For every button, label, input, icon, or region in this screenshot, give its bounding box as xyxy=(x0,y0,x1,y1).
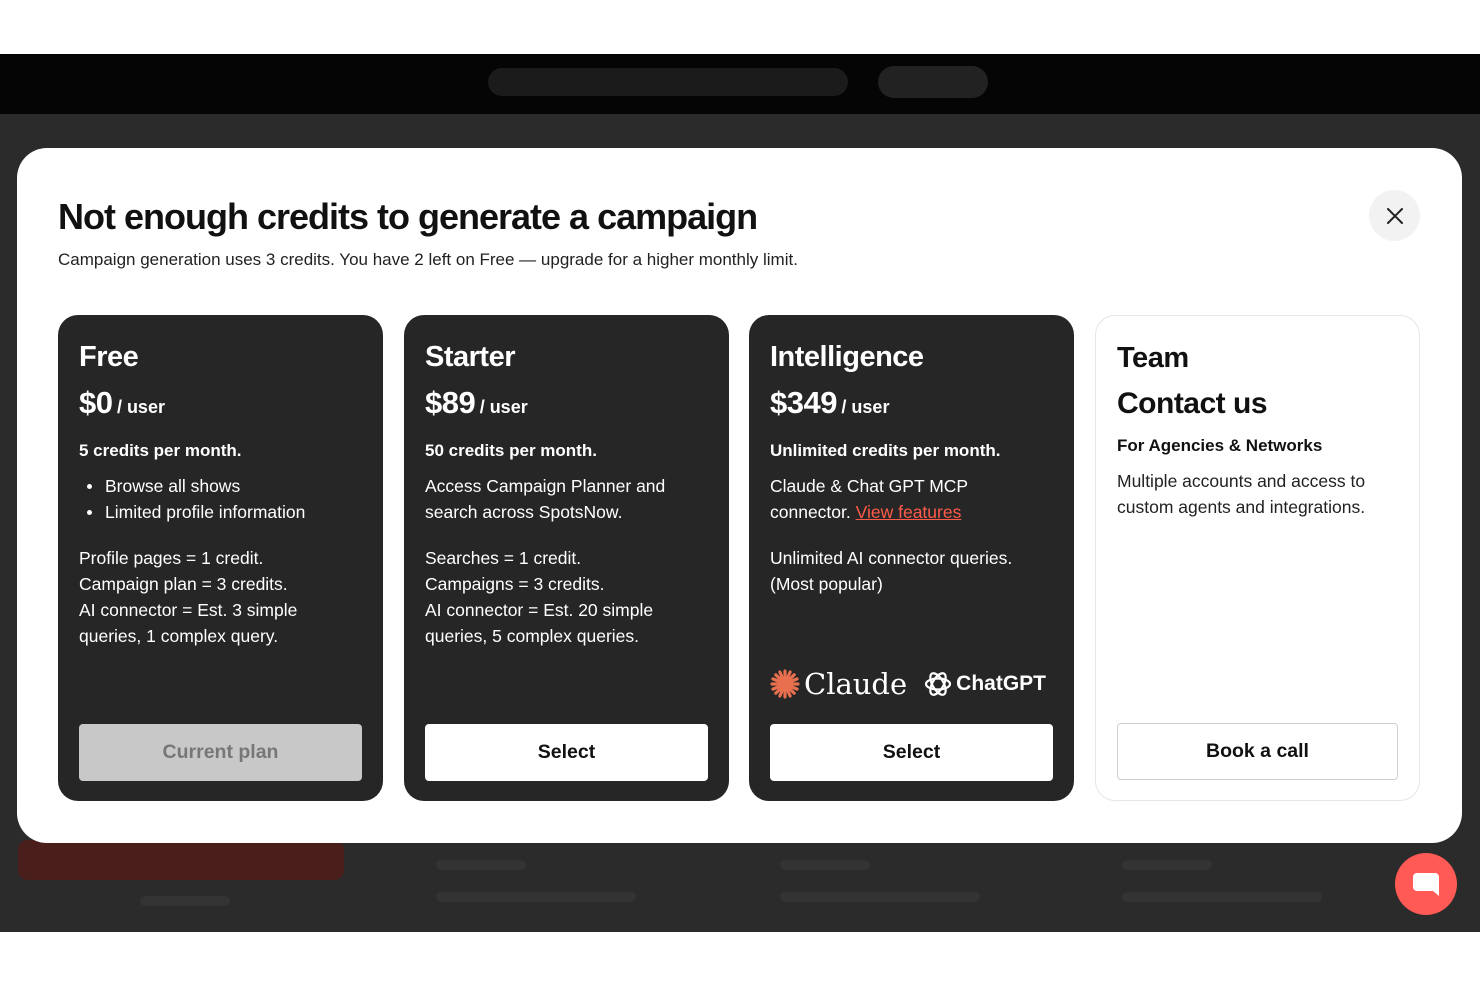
plan-price: $0 / user xyxy=(79,385,362,427)
price-amount: $89 xyxy=(425,385,476,420)
background-top-bar xyxy=(0,54,1480,114)
upgrade-modal: Not enough credits to generate a campaig… xyxy=(17,148,1462,843)
background-text xyxy=(780,860,870,870)
desc-line: custom agents and integrations. xyxy=(1117,497,1366,517)
credit-notes: Profile pages = 1 credit. Campaign plan … xyxy=(79,545,362,649)
chat-launcher-button[interactable] xyxy=(1395,853,1457,915)
list-item: Limited profile information xyxy=(79,499,362,525)
plan-description: Claude & Chat GPT MCP connector. View fe… xyxy=(770,473,1053,525)
note-line: AI connector = Est. 3 simple xyxy=(79,600,298,620)
desc-line: search across SpotsNow. xyxy=(425,502,623,522)
note-line: Campaign plan = 3 credits. xyxy=(79,574,288,594)
connector-logos: Claude ChatGPT xyxy=(770,667,1046,701)
plan-card-team: Team Contact us For Agencies & Networks … xyxy=(1095,315,1420,801)
close-icon xyxy=(1386,207,1403,224)
feature-list: Browse all shows Limited profile informa… xyxy=(79,473,362,525)
plan-credits: 5 credits per month. xyxy=(79,441,242,460)
background-banner-button xyxy=(878,66,988,98)
credit-notes: Searches = 1 credit. Campaigns = 3 credi… xyxy=(425,545,708,649)
background-banner xyxy=(488,68,848,96)
select-starter-button[interactable]: Select xyxy=(425,724,708,781)
contact-heading: Contact us xyxy=(1117,387,1268,420)
close-button[interactable] xyxy=(1369,190,1420,241)
plan-name: Free xyxy=(79,341,139,373)
claude-logo: Claude xyxy=(770,667,907,701)
desc-line: Claude & Chat GPT MCP xyxy=(770,476,969,496)
chatgpt-knot-icon xyxy=(925,672,952,696)
price-unit: / user xyxy=(479,397,528,417)
book-a-call-button[interactable]: Book a call xyxy=(1117,723,1398,780)
plan-credits: 50 credits per month. xyxy=(425,441,597,460)
modal-title: Not enough credits to generate a campaig… xyxy=(58,196,758,237)
price-amount: $349 xyxy=(770,385,837,420)
plan-price: $349 / user xyxy=(770,385,1053,427)
plan-card-free: Free $0 / user 5 credits per month. Brow… xyxy=(58,315,383,801)
note-line: (Most popular) xyxy=(770,574,883,594)
claude-wordmark: Claude xyxy=(804,667,908,701)
chatgpt-logo: ChatGPT xyxy=(923,669,1046,699)
note-line: Profile pages = 1 credit. xyxy=(79,548,264,568)
list-item: Browse all shows xyxy=(79,473,362,499)
desc-text: connector. xyxy=(770,502,851,522)
plan-price: $89 / user xyxy=(425,385,708,427)
view-features-link[interactable]: View features xyxy=(856,502,962,522)
claude-starburst-icon xyxy=(770,669,800,699)
background-cta xyxy=(18,840,344,880)
credit-notes: Unlimited AI connector queries. (Most po… xyxy=(770,545,1053,597)
plan-description: Access Campaign Planner and search acros… xyxy=(425,473,708,525)
price-unit: / user xyxy=(841,397,890,417)
price-amount: $0 xyxy=(79,385,113,420)
plan-card-intelligence: Intelligence $349 / user Unlimited credi… xyxy=(749,315,1074,801)
note-line: AI connector = Est. 20 simple xyxy=(425,600,654,620)
note-line: queries, 1 complex query. xyxy=(79,626,279,646)
note-line: queries, 5 complex queries. xyxy=(425,626,639,646)
background-text xyxy=(140,896,230,906)
current-plan-button: Current plan xyxy=(79,724,362,781)
note-line: Unlimited AI connector queries. xyxy=(770,548,1013,568)
plan-name: Starter xyxy=(425,341,516,373)
modal-subtitle: Campaign generation uses 3 credits. You … xyxy=(58,250,798,269)
background-text xyxy=(436,892,636,902)
plan-name: Intelligence xyxy=(770,341,924,373)
desc-line: Access Campaign Planner and xyxy=(425,476,666,496)
note-line: Searches = 1 credit. xyxy=(425,548,582,568)
plan-audience: For Agencies & Networks xyxy=(1117,436,1323,455)
chat-bubble-icon xyxy=(1413,873,1439,896)
plan-name: Team xyxy=(1117,342,1189,374)
select-intelligence-button[interactable]: Select xyxy=(770,724,1053,781)
plan-description: Multiple accounts and access to custom a… xyxy=(1117,468,1398,520)
price-unit: / user xyxy=(116,397,165,417)
chatgpt-wordmark: ChatGPT xyxy=(956,672,1047,695)
background-text xyxy=(1122,892,1322,902)
note-line: Campaigns = 3 credits. xyxy=(425,574,605,594)
background-text xyxy=(436,860,526,870)
desc-line: Multiple accounts and access to xyxy=(1117,471,1366,491)
plan-credits: Unlimited credits per month. xyxy=(770,441,1001,460)
background-text xyxy=(1122,860,1212,870)
desc-line: connector. View features xyxy=(770,499,1053,525)
plan-card-starter: Starter $89 / user 50 credits per month.… xyxy=(404,315,729,801)
background-text xyxy=(780,892,980,902)
